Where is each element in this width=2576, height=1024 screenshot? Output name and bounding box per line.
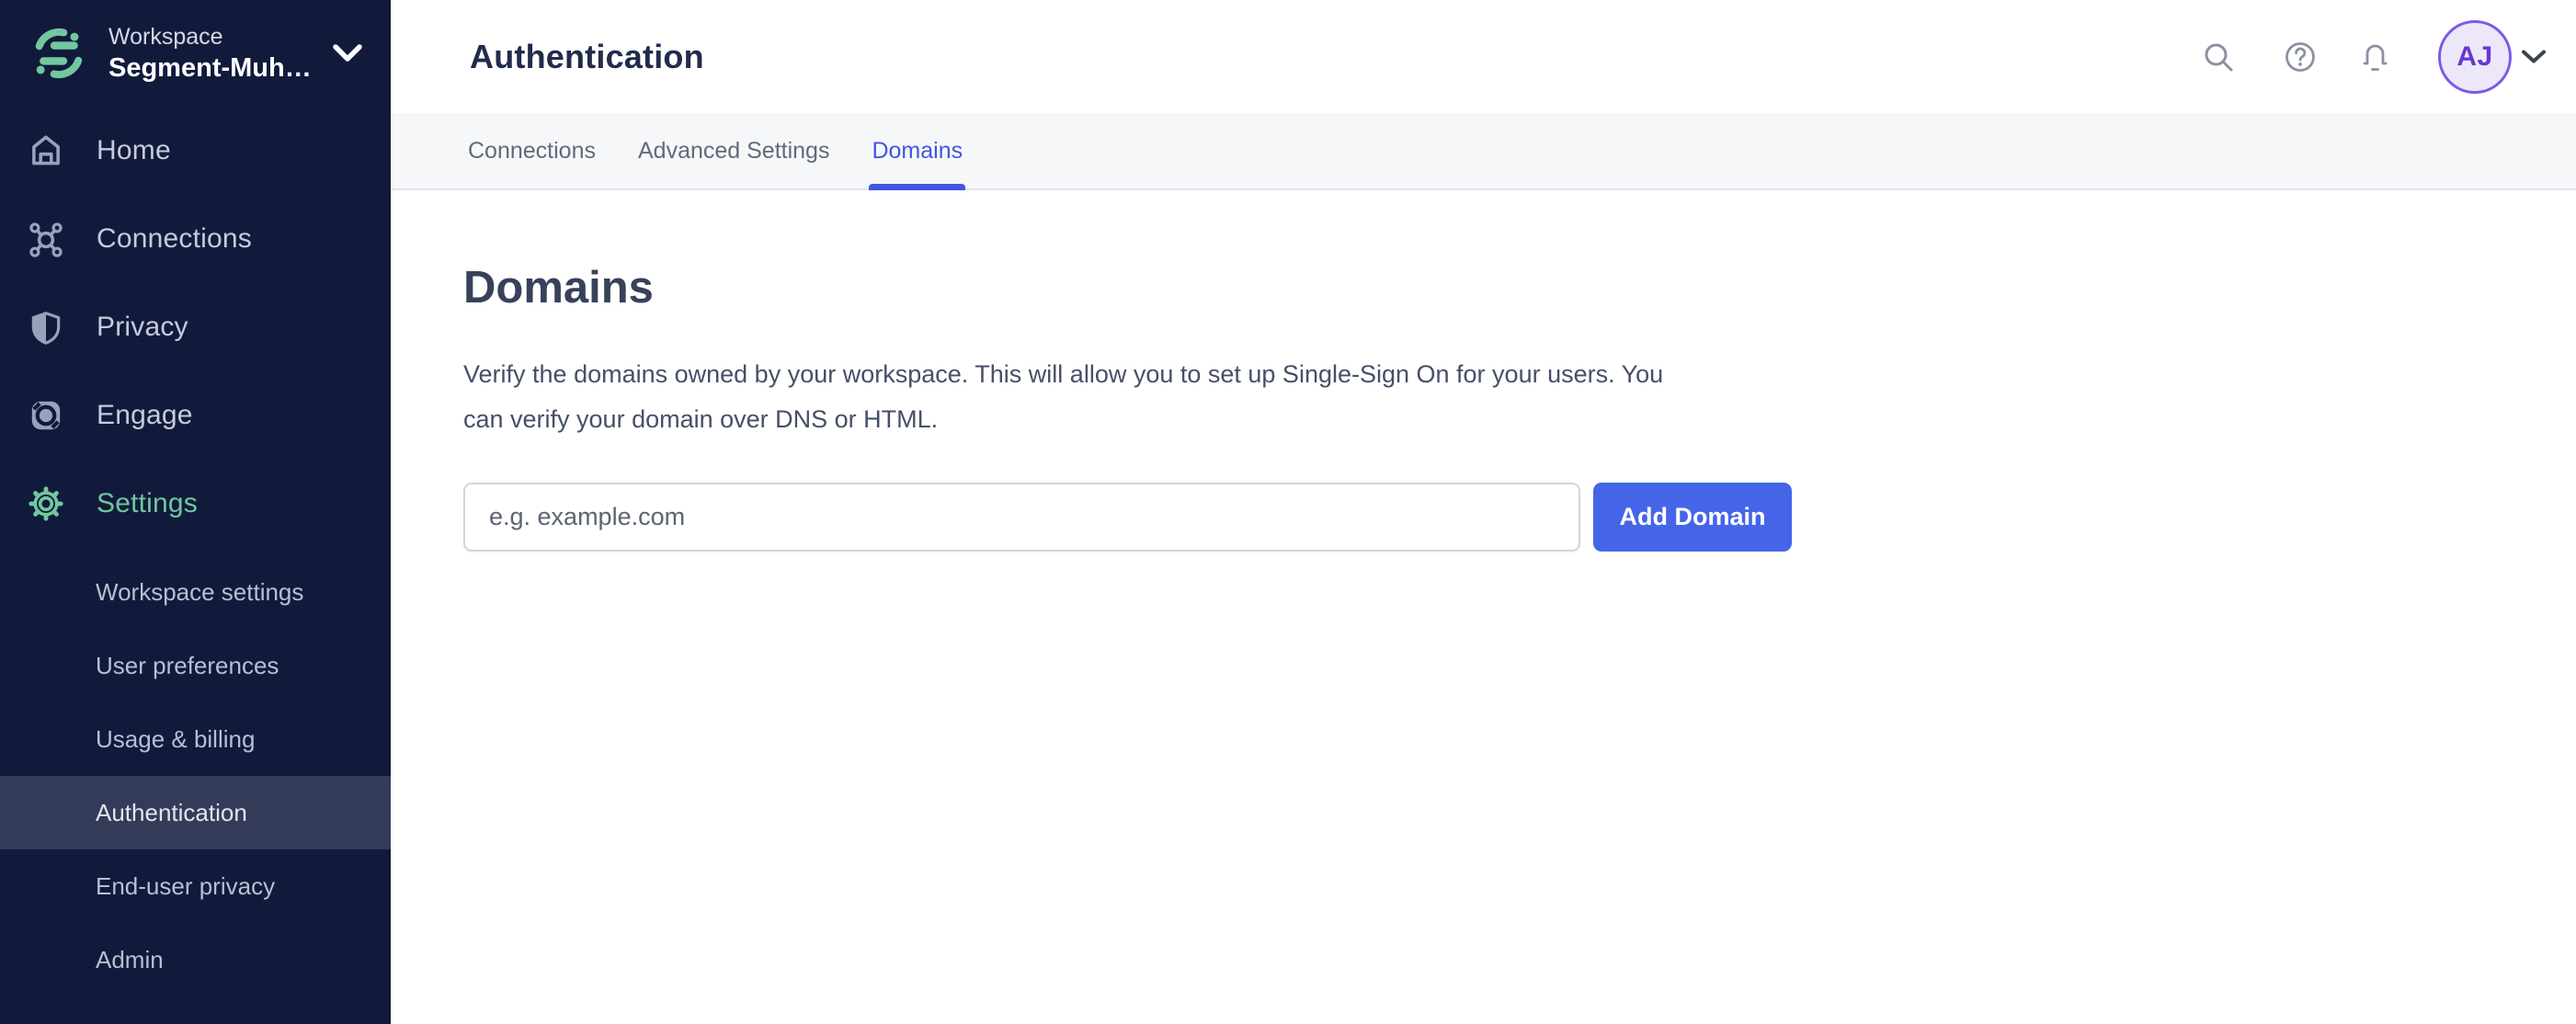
bell-icon[interactable] xyxy=(2355,38,2394,76)
home-icon xyxy=(27,131,65,170)
avatar-initials: AJ xyxy=(2456,40,2493,72)
add-domain-button[interactable]: Add Domain xyxy=(1593,483,1792,552)
sidebar-subitem-user-preferences[interactable]: User preferences xyxy=(0,629,391,702)
domains-panel: Domains Verify the domains owned by your… xyxy=(391,190,2576,552)
page-title: Authentication xyxy=(470,37,704,75)
sidebar-subitem-authentication[interactable]: Authentication xyxy=(0,776,391,849)
page-description: Verify the domains owned by your workspa… xyxy=(463,360,1664,433)
shield-icon xyxy=(27,308,65,347)
tab-domains[interactable]: Domains xyxy=(869,113,965,190)
sidebar: Workspace Segment-Muh… Home Connections … xyxy=(0,0,391,1024)
engage-icon xyxy=(27,396,65,435)
sidebar-item-connections[interactable]: Connections xyxy=(0,195,391,283)
tab-bar: Connections Advanced Settings Domains xyxy=(391,113,2576,190)
sidebar-item-engage[interactable]: Engage xyxy=(0,371,391,460)
help-icon[interactable] xyxy=(2282,39,2319,75)
sidebar-item-privacy[interactable]: Privacy xyxy=(0,283,391,371)
gear-icon xyxy=(27,484,65,523)
search-icon[interactable] xyxy=(2201,40,2236,74)
segment-logo-icon xyxy=(35,28,83,78)
connections-icon xyxy=(27,220,65,258)
workspace-label: Workspace xyxy=(108,23,223,50)
app-root: Workspace Segment-Muh… Home Connections … xyxy=(0,0,2576,1024)
add-domain-row: Add Domain xyxy=(463,483,2521,552)
main-area: Authentication AJ Connections Advanced S… xyxy=(391,0,2576,1024)
sidebar-item-label: Home xyxy=(97,135,171,165)
settings-subnav: Workspace settings User preferences Usag… xyxy=(0,548,391,996)
sidebar-subitem-admin[interactable]: Admin xyxy=(0,923,391,996)
sidebar-subitem-end-user-privacy[interactable]: End-user privacy xyxy=(0,849,391,923)
domain-input[interactable] xyxy=(463,483,1580,552)
workspace-switcher[interactable]: Workspace Segment-Muh… xyxy=(0,0,391,107)
sidebar-item-home[interactable]: Home xyxy=(0,107,391,195)
chevron-down-icon[interactable] xyxy=(2521,49,2547,65)
avatar[interactable]: AJ xyxy=(2438,19,2512,94)
topbar-actions: AJ xyxy=(2201,19,2547,94)
sidebar-item-label: Engage xyxy=(97,400,193,430)
tab-connections[interactable]: Connections xyxy=(468,113,596,188)
sidebar-item-label: Privacy xyxy=(97,312,188,342)
sidebar-subitem-workspace-settings[interactable]: Workspace settings xyxy=(0,555,391,629)
sidebar-main-nav: Home Connections Privacy Engage Settings xyxy=(0,107,391,548)
page-heading: Domains xyxy=(463,263,654,313)
topbar: Authentication AJ xyxy=(391,0,2576,113)
workspace-name: Segment-Muh… xyxy=(108,52,312,83)
chevron-down-icon xyxy=(333,44,362,62)
sidebar-item-settings[interactable]: Settings xyxy=(0,460,391,548)
sidebar-item-label: Settings xyxy=(97,488,198,518)
sidebar-subitem-usage-billing[interactable]: Usage & billing xyxy=(0,702,391,776)
sidebar-item-label: Connections xyxy=(97,223,252,254)
tab-advanced-settings[interactable]: Advanced Settings xyxy=(638,113,829,188)
